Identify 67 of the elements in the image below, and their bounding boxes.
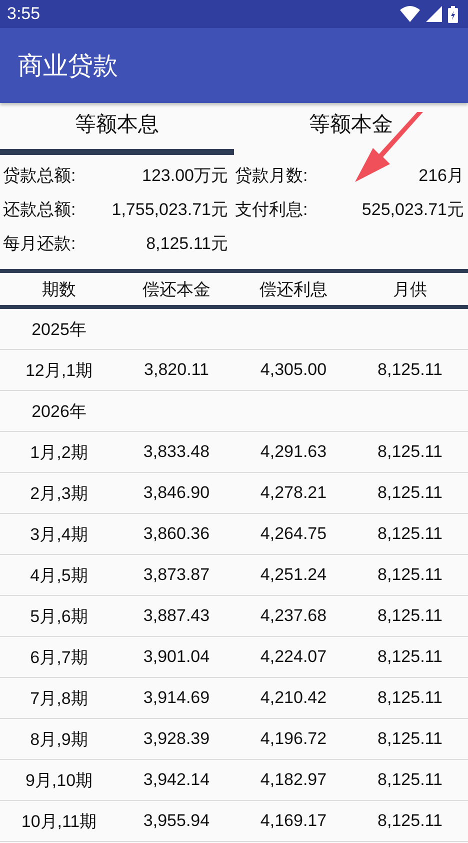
table-cell-text: 4,278.21 [259, 483, 328, 503]
summary-value: 1,755,023.71元 [112, 198, 228, 220]
column-header: 偿还利息 [258, 278, 328, 300]
table-cell-text: 9月,10期 [24, 770, 94, 792]
table-cell-text: 4,196.72 [259, 729, 328, 749]
table-cell-text: 4,237.68 [259, 606, 328, 626]
tab[interactable]: 等额本金 [234, 103, 468, 155]
tab[interactable]: 等额本息 [0, 103, 234, 155]
table-cell-text: 8,125.11 [376, 811, 444, 831]
table-cell-text: 3月,4期 [29, 524, 89, 546]
table-cell-text: 3,887.43 [142, 606, 211, 626]
table-cell-text: 6月,7期 [29, 646, 89, 668]
table-cell-text: 4,264.75 [259, 524, 328, 544]
app-title: 商业贷款 [18, 50, 118, 82]
table-cell-text: 4月,5期 [29, 564, 89, 586]
table-cell-text: 4,251.24 [259, 565, 328, 585]
table-cell-text: 8月,9期 [29, 728, 89, 750]
year-label: 2026年 [30, 400, 88, 422]
status-time: 3:55 [7, 4, 40, 24]
table-cell-text: 8,125.11 [376, 565, 444, 585]
summary-label: 贷款月数: [235, 164, 308, 186]
column-header: 期数 [41, 278, 77, 300]
table-cell-text: 3,914.69 [142, 688, 211, 708]
table-cell-text: 2月,3期 [29, 482, 89, 504]
table-cell-text: 8,125.11 [376, 442, 444, 462]
table-cell-text: 8,125.11 [376, 360, 444, 380]
table-cell-text: 3,846.90 [142, 483, 211, 503]
summary-label: 贷款总额: [3, 164, 76, 186]
summary-value: 216月 [418, 164, 464, 186]
table-cell-text: 3,901.04 [142, 647, 211, 667]
column-header: 月供 [392, 278, 428, 300]
table-cell-text: 3,860.36 [142, 524, 211, 544]
table-cell-text: 3,833.48 [142, 442, 211, 462]
table-cell-text: 8,125.11 [376, 606, 444, 626]
column-header: 偿还本金 [142, 278, 212, 300]
signal-icon [426, 6, 442, 22]
table-cell-text: 3,820.11 [143, 360, 210, 380]
summary-value: 525,023.71元 [362, 198, 464, 220]
table-cell-text: 8,125.11 [376, 647, 444, 667]
year-label: 2025年 [30, 318, 88, 340]
summary-label: 支付利息: [235, 198, 308, 220]
table-cell-text: 7月,8期 [29, 688, 89, 710]
table-cell-text: 8,125.11 [376, 524, 444, 544]
wifi-icon [400, 6, 420, 22]
table-cell-text: 8,125.11 [376, 483, 444, 503]
table-cell-text: 10月,11期 [20, 810, 98, 832]
table-cell-text: 8,125.11 [376, 729, 444, 749]
table-cell-text: 8,125.11 [376, 770, 444, 790]
table-cell-text: 3,873.87 [142, 565, 211, 585]
table-cell-text: 8,125.11 [376, 688, 444, 708]
table-cell-text: 4,210.42 [259, 688, 328, 708]
table-cell-text: 12月,1期 [24, 360, 94, 382]
table-cell-text: 4,224.07 [259, 647, 328, 667]
table-cell-text: 1月,2期 [29, 442, 89, 464]
table-cell-text: 4,182.97 [259, 770, 328, 790]
table-cell-text: 4,305.00 [259, 360, 328, 380]
summary-label: 还款总额: [3, 198, 76, 220]
table-cell-text: 3,942.14 [142, 770, 211, 790]
summary-value: 123.00万元 [142, 164, 228, 186]
battery-icon [448, 6, 458, 22]
summary-value: 8,125.11元 [146, 232, 228, 254]
table-cell-text: 4,169.17 [259, 811, 328, 831]
summary-label: 每月还款: [3, 232, 76, 254]
table-cell-text: 3,928.39 [142, 729, 211, 749]
table-cell-text: 3,955.94 [142, 811, 211, 831]
table-cell-text: 4,291.63 [259, 442, 328, 462]
table-cell-text: 5月,6期 [29, 606, 89, 628]
